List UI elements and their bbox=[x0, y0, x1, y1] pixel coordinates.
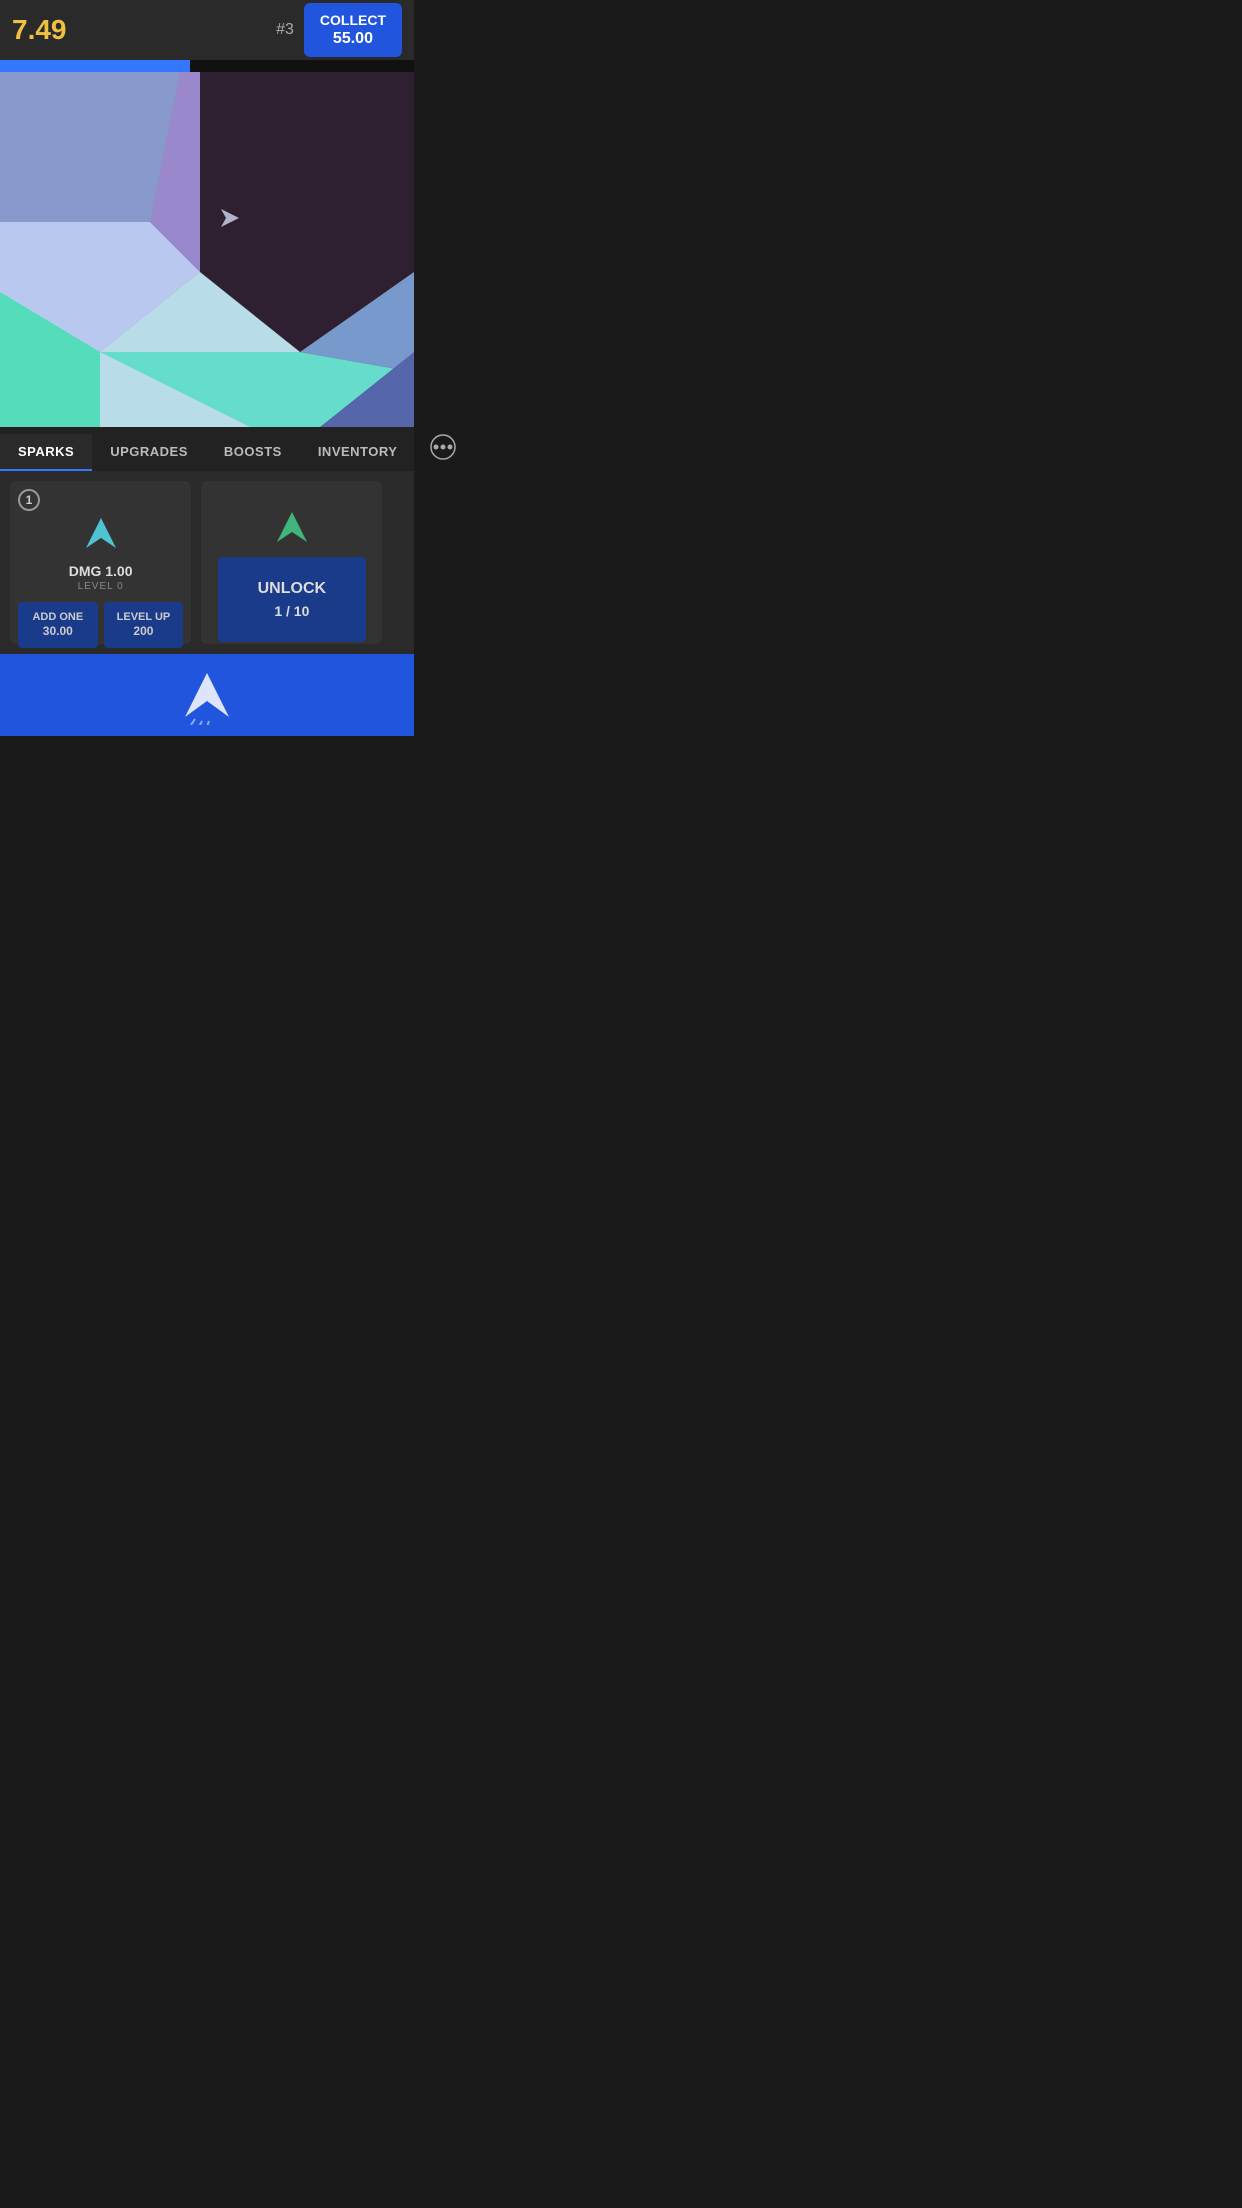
content-area: 1 DMG 1.00 LEVEL 0 ADD ONE 30.00 LEVEL U… bbox=[0, 471, 414, 654]
add-one-amount: 30.00 bbox=[22, 624, 94, 640]
game-cursor bbox=[219, 207, 241, 234]
collect-amount: 55.00 bbox=[320, 29, 386, 50]
add-one-button[interactable]: ADD ONE 30.00 bbox=[18, 602, 98, 648]
spark-level: LEVEL 0 bbox=[78, 581, 124, 592]
progress-bar-fill bbox=[0, 60, 190, 72]
score-display: 7.49 bbox=[12, 14, 276, 46]
spark-card-number: 1 bbox=[18, 489, 40, 511]
tabs: SPARKS UPGRADES BOOSTS INVENTORY bbox=[0, 427, 414, 471]
collect-button[interactable]: COLLECT 55.00 bbox=[304, 3, 402, 58]
spark-card-1: 1 DMG 1.00 LEVEL 0 ADD ONE 30.00 LEVEL U… bbox=[10, 481, 191, 644]
tab-upgrades[interactable]: UPGRADES bbox=[92, 434, 206, 471]
unlock-label: UNLOCK bbox=[226, 577, 359, 601]
level-up-button[interactable]: LEVEL UP 200 bbox=[104, 602, 184, 648]
unlock-button[interactable]: UNLOCK 1 / 10 bbox=[218, 557, 367, 642]
bottom-arrow-icon bbox=[177, 665, 237, 725]
progress-bar-container bbox=[0, 60, 414, 72]
rank-display: #3 bbox=[276, 21, 294, 39]
spark-card-2: UNLOCK 1 / 10 bbox=[201, 481, 382, 644]
spark-icon-2 bbox=[272, 507, 312, 547]
tab-sparks[interactable]: SPARKS bbox=[0, 434, 92, 471]
spark-buttons: ADD ONE 30.00 LEVEL UP 200 bbox=[18, 602, 183, 648]
game-area[interactable] bbox=[0, 72, 414, 427]
more-button[interactable] bbox=[415, 423, 471, 471]
spark-icon-1 bbox=[81, 513, 121, 553]
bottom-bar[interactable] bbox=[0, 654, 414, 736]
tab-inventory[interactable]: INVENTORY bbox=[300, 434, 416, 471]
level-up-amount: 200 bbox=[108, 624, 180, 640]
add-one-label: ADD ONE bbox=[22, 610, 94, 624]
collect-label: COLLECT bbox=[320, 11, 386, 29]
game-background bbox=[0, 72, 414, 427]
spark-dmg: DMG 1.00 bbox=[69, 563, 133, 579]
tab-boosts[interactable]: BOOSTS bbox=[206, 434, 300, 471]
level-up-label: LEVEL UP bbox=[108, 610, 180, 624]
unlock-progress: 1 / 10 bbox=[226, 601, 359, 622]
header: 7.49 #3 COLLECT 55.00 bbox=[0, 0, 414, 60]
